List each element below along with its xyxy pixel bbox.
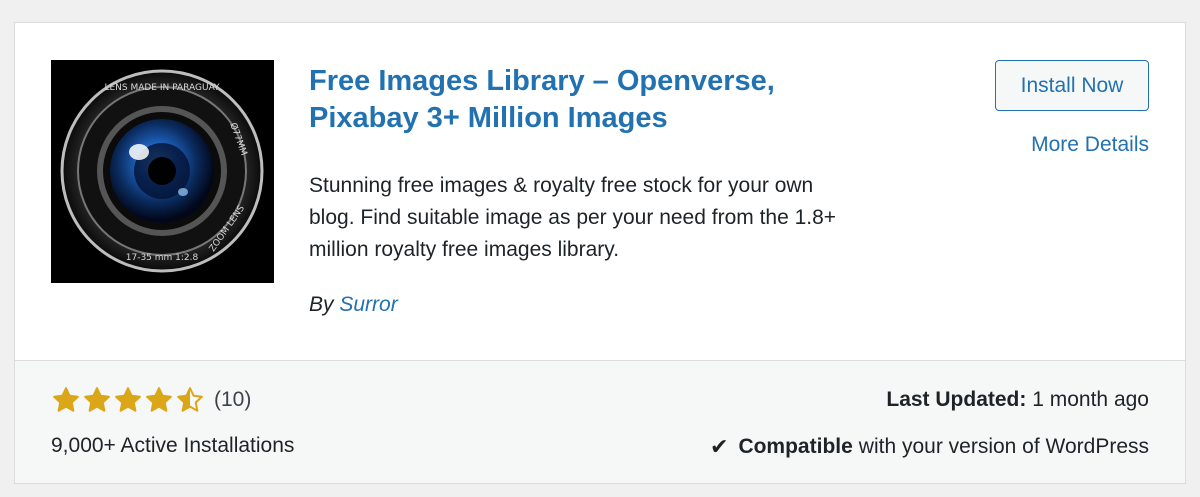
active-installs: 9,000+ Active Installations xyxy=(51,434,295,457)
plugin-thumbnail[interactable]: LENS MADE IN PARAGUAY Ø77MM ZOOM LENS 17… xyxy=(51,60,274,283)
author-link[interactable]: Surror xyxy=(339,293,397,316)
lens-text-bottom: 17-35 mm 1:2.8 xyxy=(126,253,199,263)
last-updated-value: 1 month ago xyxy=(1032,388,1149,411)
by-label: By xyxy=(309,293,334,316)
lens-text-top: LENS MADE IN PARAGUAY xyxy=(104,83,220,93)
plugin-author: By Surror xyxy=(309,293,398,317)
camera-lens-icon: LENS MADE IN PARAGUAY Ø77MM ZOOM LENS 17… xyxy=(51,60,274,283)
star-half-icon xyxy=(175,385,205,415)
plugin-card-bottom: (10) 9,000+ Active Installations Last Up… xyxy=(15,360,1185,483)
last-updated-label: Last Updated: xyxy=(886,388,1027,411)
star-rating: (10) xyxy=(51,385,251,415)
description-line: blog. Find suitable image as per your ne… xyxy=(309,206,837,229)
plugin-title-line1: Free Images Library – Openverse, xyxy=(309,65,775,97)
checkmark-icon: ✔ xyxy=(710,434,729,459)
star-filled-icon xyxy=(113,385,143,415)
compat-strong: Compatible xyxy=(738,435,853,458)
plugin-card: LENS MADE IN PARAGUAY Ø77MM ZOOM LENS 17… xyxy=(14,22,1186,484)
star-filled-icon xyxy=(144,385,174,415)
stars xyxy=(51,385,206,415)
last-updated: Last Updated: 1 month ago xyxy=(886,388,1149,412)
rating-count[interactable]: (10) xyxy=(214,388,251,412)
plugin-card-top: LENS MADE IN PARAGUAY Ø77MM ZOOM LENS 17… xyxy=(15,23,1185,361)
description-line: Stunning free images & royalty free stoc… xyxy=(309,174,814,197)
compat-rest: with your version of WordPress xyxy=(858,435,1149,458)
star-filled-icon xyxy=(82,385,112,415)
description-line: million royalty free images library. xyxy=(309,238,620,261)
plugin-title-line2: Pixabay 3+ Million Images xyxy=(309,102,668,134)
star-filled-icon xyxy=(51,385,81,415)
compatibility-status: ✔ Compatible with your version of WordPr… xyxy=(710,434,1149,460)
install-now-button[interactable]: Install Now xyxy=(995,60,1149,111)
plugin-title-link[interactable]: Free Images Library – Openverse, Pixabay… xyxy=(309,63,869,137)
plugin-description: Stunning free images & royalty free stoc… xyxy=(309,170,929,266)
more-details-link[interactable]: More Details xyxy=(1031,133,1149,157)
